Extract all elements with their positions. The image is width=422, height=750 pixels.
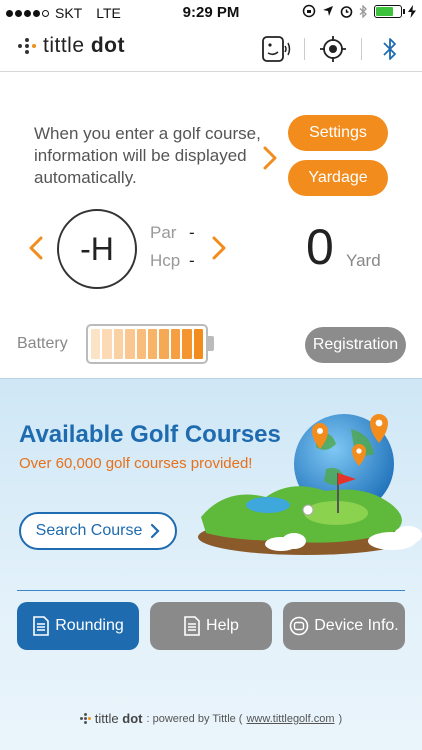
header-divider [361, 38, 362, 60]
footer-close: ) [338, 712, 343, 725]
bluetooth-icon [383, 38, 396, 60]
golf-course-illustration [198, 414, 422, 555]
voice-button[interactable] [258, 33, 294, 65]
search-course-label: Search Course [35, 522, 143, 539]
status-right [302, 4, 416, 18]
chevron-right-icon[interactable] [262, 145, 278, 171]
battery-label: Battery [17, 335, 68, 352]
screen-lock-icon [302, 4, 316, 18]
search-course-button[interactable]: Search Course [19, 512, 177, 550]
yardage-value: 0 [306, 219, 334, 275]
target-button[interactable] [315, 33, 351, 65]
help-button[interactable]: Help [150, 602, 272, 650]
registration-button[interactable]: Registration [305, 327, 406, 363]
location-icon [323, 6, 333, 16]
help-label: Help [206, 617, 239, 634]
hcp-value: - [189, 251, 195, 270]
hcp-label: Hcp [150, 251, 181, 270]
app-logo: tittle dot [18, 34, 125, 58]
alarm-icon [340, 5, 353, 18]
yardage-unit: Yard [346, 251, 381, 270]
device-icon [289, 616, 309, 636]
app-header: tittle dot [0, 26, 422, 72]
next-hole-icon[interactable] [210, 235, 228, 261]
hole-number: -H [57, 209, 137, 289]
battery-icon [374, 4, 405, 18]
footer-logo-icon [79, 713, 91, 724]
bluetooth-status-icon [359, 4, 367, 18]
footer-brand: tittle dot [94, 711, 143, 726]
device-info-label: Device Info. [314, 617, 399, 634]
bluetooth-button[interactable] [372, 33, 408, 65]
status-bar: SKT LTE 9:29 PM [0, 0, 422, 26]
footer-link[interactable]: www.tittlegolf.com [246, 713, 334, 725]
device-info-button[interactable]: Device Info. [283, 602, 405, 650]
document-icon [184, 616, 200, 636]
footer-powered: : powered by Tittle ( [146, 712, 243, 725]
round-info-panel: When you enter a golf course, informatio… [0, 73, 422, 378]
section-divider [17, 590, 405, 591]
charging-icon [408, 4, 416, 18]
battery-gauge-cap [208, 336, 214, 351]
par-label: Par [150, 223, 177, 242]
rounding-label: Rounding [55, 617, 124, 634]
par-value: - [189, 223, 195, 242]
logo-text: tittle dot [43, 34, 126, 57]
crosshair-icon [320, 36, 346, 62]
voice-icon [262, 36, 291, 62]
chevron-right-icon [151, 523, 160, 539]
header-divider [304, 38, 305, 60]
document-icon [33, 616, 50, 636]
previous-hole-icon[interactable] [27, 235, 45, 261]
yardage-button[interactable]: Yardage [288, 160, 388, 196]
device-battery-gauge [86, 324, 208, 364]
rounding-button[interactable]: Rounding [17, 602, 139, 650]
course-panel: Available Golf Courses Over 60,000 golf … [0, 378, 422, 750]
header-actions [258, 33, 408, 65]
logo-dots-icon [18, 38, 37, 54]
settings-button[interactable]: Settings [288, 115, 388, 151]
info-message: When you enter a golf course, informatio… [34, 124, 261, 187]
footer: tittle dot : powered by Tittle (www.titt… [0, 711, 422, 726]
